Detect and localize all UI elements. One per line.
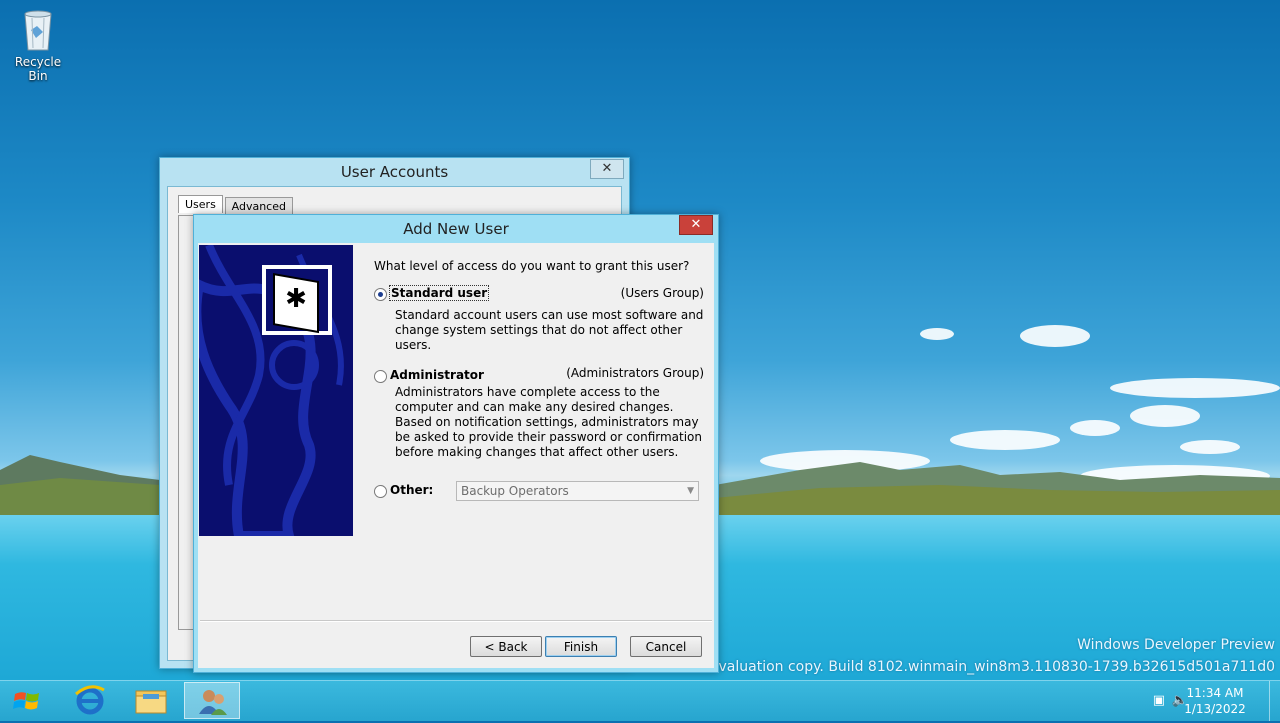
cancel-button[interactable]: Cancel	[630, 636, 702, 657]
dialog-client: ✱ What level of access do you want to gr…	[198, 243, 714, 668]
internet-explorer-icon	[75, 685, 105, 715]
watermark-line2: Evaluation copy. Build 8102.winmain_win8…	[709, 659, 1275, 675]
cloud	[1130, 405, 1200, 427]
title-bar[interactable]: Add New User ✕	[194, 215, 718, 243]
title-bar[interactable]: User Accounts ✕	[160, 158, 629, 186]
wizard-content: What level of access do you want to gran…	[374, 259, 704, 501]
group-select[interactable]: Backup Operators ▼	[456, 481, 699, 501]
windows-logo-icon	[13, 692, 39, 710]
button-separator	[200, 620, 712, 622]
standard-user-group: (Users Group)	[620, 286, 704, 300]
other-label[interactable]: Other:	[390, 483, 433, 497]
user-accounts-icon	[199, 690, 227, 715]
chevron-down-icon: ▼	[687, 486, 694, 496]
cloud	[920, 328, 954, 340]
administrator-option[interactable]: Administrator (Administrators Group)	[374, 366, 704, 386]
add-new-user-dialog[interactable]: Add New User ✕ ✱ What level of access do…	[193, 214, 719, 673]
other-option[interactable]: Other: Backup Operators ▼	[374, 481, 704, 501]
administrator-group: (Administrators Group)	[566, 366, 704, 380]
tab-users[interactable]: Users	[178, 195, 223, 213]
back-button[interactable]: < Back	[470, 636, 542, 657]
file-explorer-icon	[135, 690, 167, 714]
cloud	[1110, 378, 1280, 398]
taskbar-user-accounts[interactable]	[184, 682, 240, 719]
window-title: User Accounts	[340, 163, 449, 181]
taskbar: ▣ 🔈 11:34 AM 1/13/2022	[0, 680, 1280, 721]
start-button[interactable]	[0, 682, 54, 719]
standard-user-label[interactable]: Standard user	[388, 285, 490, 301]
dialog-title: Add New User	[403, 220, 509, 238]
administrator-label[interactable]: Administrator	[390, 368, 484, 382]
administrator-radio[interactable]	[374, 370, 387, 383]
administrator-description: Administrators have complete access to t…	[395, 385, 703, 459]
close-button[interactable]: ✕	[590, 159, 624, 179]
clock-date: 1/13/2022	[1184, 702, 1246, 716]
finish-button[interactable]: Finish	[545, 636, 617, 657]
watermark: Windows Developer Preview Evaluation cop…	[710, 634, 1275, 678]
network-icon[interactable]: ▣	[1153, 693, 1165, 708]
svg-text:✱: ✱	[285, 284, 307, 314]
access-question: What level of access do you want to gran…	[374, 259, 690, 273]
watermark-line1: Windows Developer Preview	[1077, 637, 1275, 653]
show-desktop-button[interactable]	[1269, 681, 1280, 721]
standard-user-option[interactable]: Standard user (Users Group)	[374, 285, 704, 304]
recycle-bin[interactable]: Recycle Bin	[6, 6, 70, 83]
key-graphic: ✱	[199, 245, 344, 536]
clock[interactable]: 11:34 AM 1/13/2022	[1180, 685, 1250, 717]
other-radio[interactable]	[374, 485, 387, 498]
standard-user-description: Standard account users can use most soft…	[395, 308, 704, 352]
tab-advanced[interactable]: Advanced	[224, 197, 293, 215]
standard-user-radio[interactable]	[374, 288, 387, 301]
close-button[interactable]: ✕	[679, 215, 713, 235]
clock-time: 11:34 AM	[1186, 686, 1244, 700]
wizard-banner: ✱	[199, 245, 353, 536]
taskbar-file-explorer[interactable]	[123, 682, 179, 719]
recycle-bin-label: Recycle Bin	[14, 55, 62, 83]
recycle-bin-icon	[24, 10, 52, 51]
taskbar-internet-explorer[interactable]	[62, 682, 118, 719]
tab-strip: Users Advanced	[178, 195, 293, 215]
group-select-value: Backup Operators	[461, 484, 569, 498]
cloud	[1020, 325, 1090, 347]
